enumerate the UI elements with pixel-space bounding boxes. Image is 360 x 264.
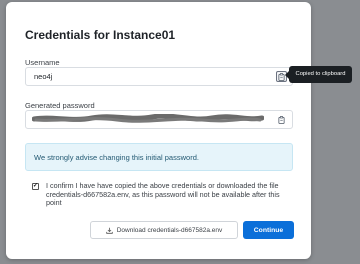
- dialog-title: Credentials for Instance01: [25, 28, 176, 42]
- clipboard-icon: [278, 72, 285, 81]
- continue-label: Continue: [253, 226, 284, 234]
- info-text: We strongly advise changing this initial…: [34, 153, 199, 162]
- password-label: Generated password: [25, 101, 95, 110]
- download-label: Download credentials-d667582a.env: [116, 226, 223, 234]
- confirm-text: I confirm I have have copied the above c…: [46, 181, 280, 207]
- info-banner: We strongly advise changing this initial…: [25, 143, 293, 171]
- credentials-dialog: Credentials for Instance01 Username neo4…: [6, 2, 311, 259]
- copy-password-button[interactable]: [276, 114, 287, 125]
- username-label: Username: [25, 58, 60, 67]
- download-credentials-button[interactable]: Download credentials-d667582a.env: [90, 221, 238, 239]
- confirm-checkbox[interactable]: ✓: [32, 183, 39, 190]
- download-icon: [106, 227, 113, 234]
- copied-tooltip: Copied to clipboard: [285, 66, 352, 83]
- password-field[interactable]: [25, 110, 293, 129]
- password-redaction: [32, 114, 264, 123]
- clipboard-icon: [278, 115, 285, 124]
- continue-button[interactable]: Continue: [243, 221, 294, 239]
- username-value: neo4j: [34, 72, 53, 81]
- username-field[interactable]: neo4j: [25, 67, 293, 86]
